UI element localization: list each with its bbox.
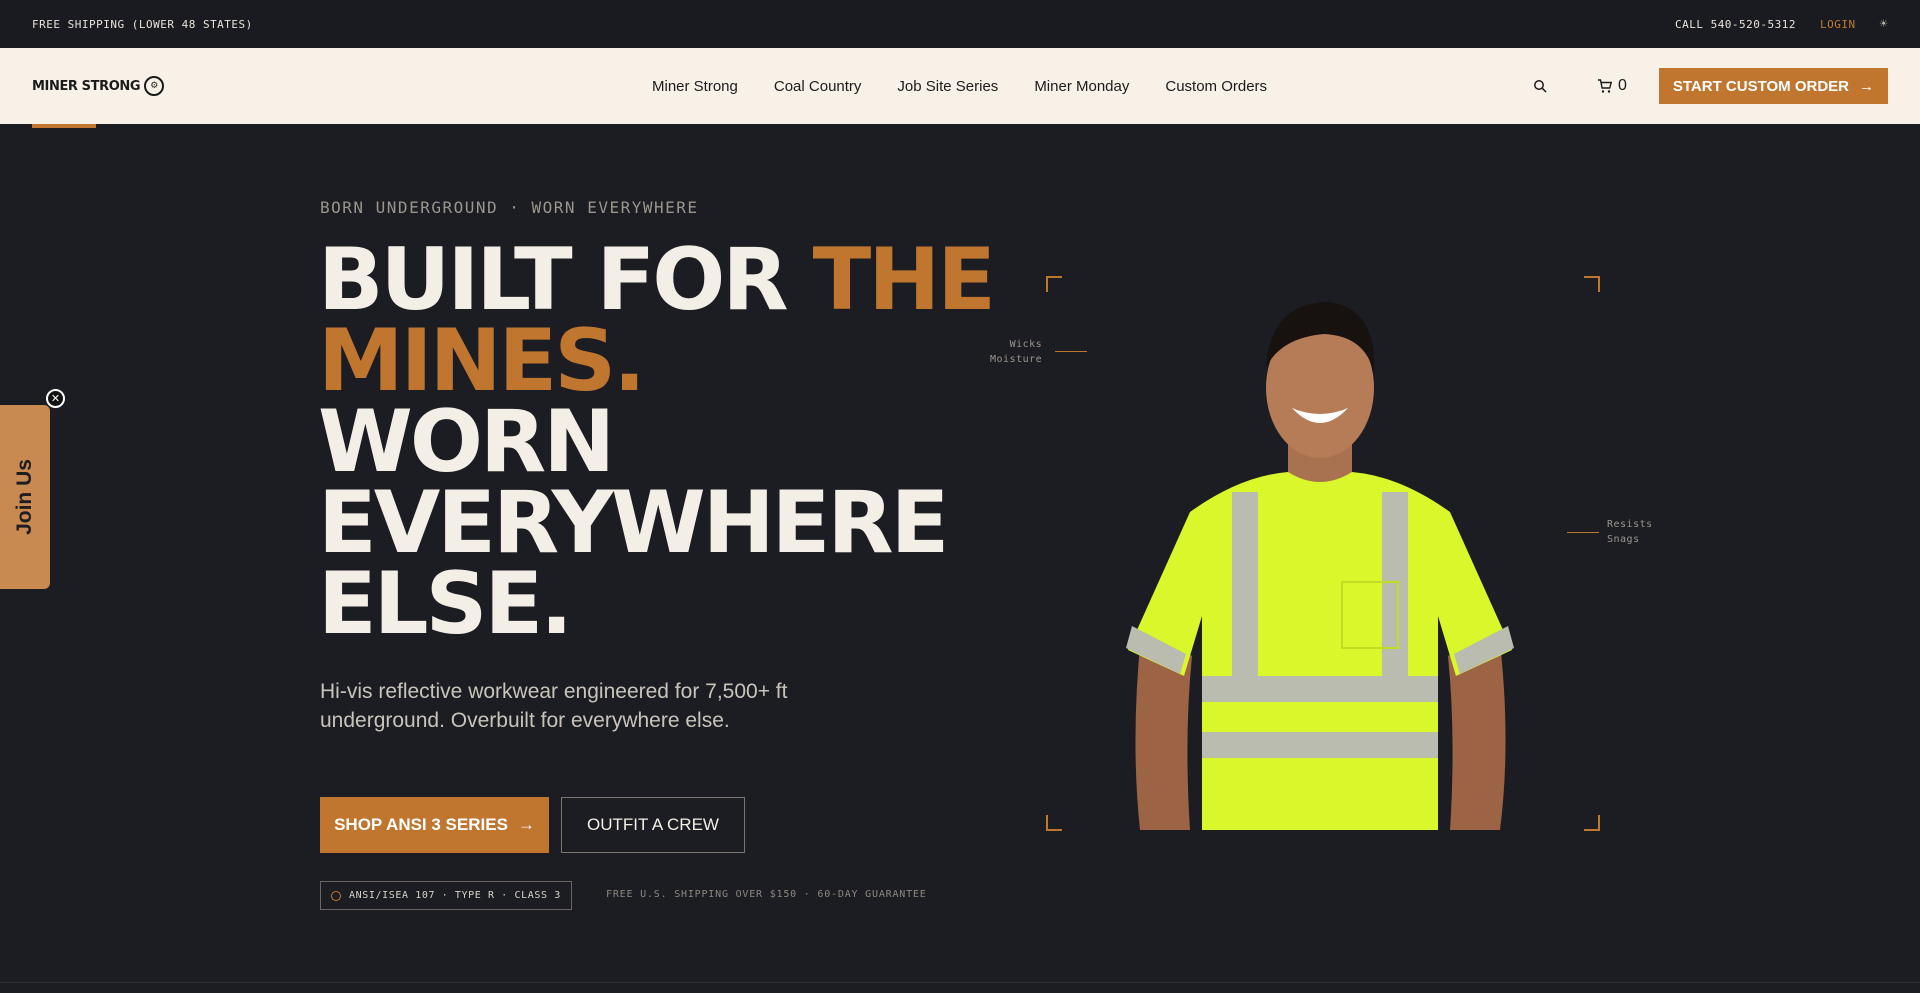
shield-icon — [331, 890, 341, 901]
nav-tools: 0 START CUSTOM ORDER → — [1533, 68, 1888, 104]
theme-toggle-icon[interactable]: ☀ — [1880, 17, 1888, 32]
certification-badge: ANSI/ISEA 107 · TYPE R · CLASS 3 — [320, 881, 572, 910]
cart-button[interactable]: 0 — [1597, 77, 1627, 95]
resists-snags-callout: Resists Snags — [1607, 517, 1653, 547]
callout-line-1: Resists — [1607, 519, 1653, 530]
free-shipping-text: FREE SHIPPING (LOWER 48 STATES) — [32, 17, 253, 31]
login-link[interactable]: LOGIN — [1820, 18, 1856, 31]
phone-link[interactable]: CALL 540-520-5312 — [1675, 18, 1796, 31]
cta-label: START CUSTOM ORDER — [1672, 77, 1849, 95]
callout-line-2: Snags — [1607, 534, 1640, 545]
frame-corner — [1584, 276, 1600, 292]
hero-subtext: Hi-vis reflective workwear engineered fo… — [320, 680, 788, 732]
hero-headline: BUILT FOR THE MINES. WORN EVERYWHERE ELS… — [318, 237, 998, 647]
main-nav: MINER STRONG ⚙ Miner Strong Coal Country… — [0, 48, 1920, 124]
frame-corner — [1046, 815, 1062, 831]
callout-connector — [1567, 532, 1599, 533]
join-us-label: Join Us — [13, 459, 37, 535]
nav-link-miner-monday[interactable]: Miner Monday — [1034, 78, 1129, 95]
nav-link-coal-country[interactable]: Coal Country — [774, 78, 862, 95]
nav-link-custom-orders[interactable]: Custom Orders — [1165, 78, 1267, 95]
headline-part-2: WORN EVERYWHERE ELSE. — [318, 392, 949, 654]
callout-line-2: Moisture — [990, 354, 1043, 365]
frame-corner — [1584, 815, 1600, 831]
arrow-right-icon: → — [517, 815, 535, 834]
logo-text: MINER STRONG — [32, 78, 141, 94]
join-us-tab[interactable]: Join Us — [0, 405, 50, 589]
close-icon[interactable]: ✕ — [46, 389, 65, 408]
logo-badge-icon: ⚙ — [144, 76, 165, 96]
cart-icon — [1597, 79, 1613, 93]
arrow-right-icon: → — [1859, 77, 1874, 95]
cart-count: 0 — [1617, 77, 1627, 94]
cert-text: ANSI/ISEA 107 · TYPE R · CLASS 3 — [349, 890, 561, 901]
callout-connector — [1055, 351, 1087, 352]
active-nav-indicator — [32, 124, 96, 128]
shop-ansi-3-button[interactable]: SHOP ANSI 3 SERIES → — [320, 797, 549, 853]
primary-button-label: SHOP ANSI 3 SERIES — [334, 815, 508, 834]
topbar-actions: CALL 540-520-5312 LOGIN ☀ — [1675, 17, 1888, 32]
nav-link-job-site-series[interactable]: Job Site Series — [897, 78, 998, 95]
start-custom-order-button[interactable]: START CUSTOM ORDER → — [1658, 68, 1888, 104]
shipping-guarantee-note: FREE U.S. SHIPPING OVER $150 · 60-DAY GU… — [606, 889, 927, 900]
hivis-shirt-model-image — [1126, 302, 1514, 830]
wicks-moisture-callout: Wicks Moisture — [990, 337, 1042, 367]
search-icon[interactable] — [1533, 79, 1547, 93]
outfit-a-crew-button[interactable]: OUTFIT A CREW — [561, 797, 745, 853]
callout-line-1: Wicks — [1009, 339, 1043, 350]
hero-eyebrow: BORN UNDERGROUND · WORN EVERYWHERE — [320, 198, 699, 217]
nav-links: Miner Strong Coal Country Job Site Serie… — [652, 78, 1267, 95]
announcement-bar: FREE SHIPPING (LOWER 48 STATES) CALL 540… — [0, 0, 1920, 48]
frame-corner — [1046, 276, 1062, 292]
site-logo[interactable]: MINER STRONG ⚙ — [32, 76, 232, 96]
section-divider — [0, 982, 1920, 983]
nav-link-miner-strong[interactable]: Miner Strong — [652, 78, 738, 95]
